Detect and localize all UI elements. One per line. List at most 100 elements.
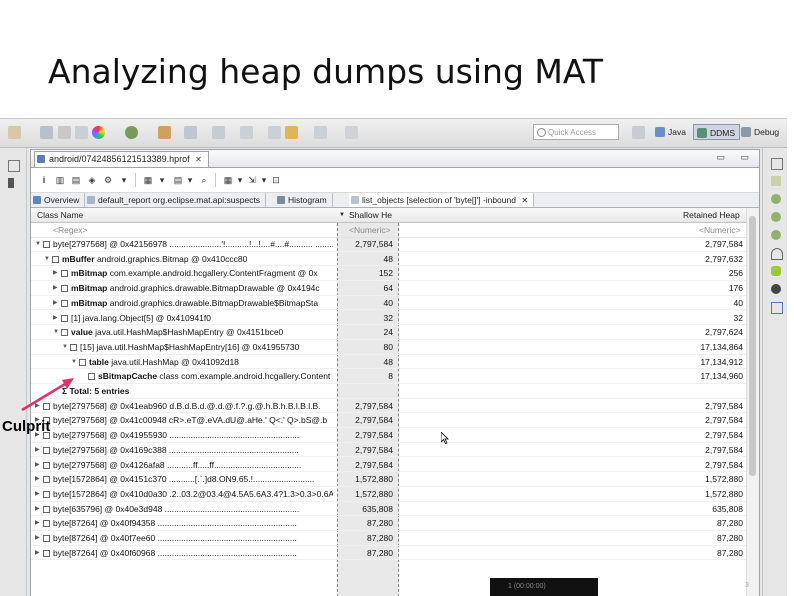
color-wheel-icon[interactable] (92, 126, 105, 139)
maximize-icon[interactable]: ▭ (740, 152, 749, 163)
record-icon[interactable] (771, 284, 781, 294)
expand-icon[interactable]: ▶ (35, 546, 40, 561)
table-row[interactable]: ▶ mBitmap android.graphics.drawable.Bitma… (31, 296, 759, 311)
table-row[interactable]: ▼ [15] java.util.HashMap$HashMapEntry[16]… (31, 340, 759, 355)
column-shallow-heap[interactable]: Shallow He (349, 208, 392, 222)
dropdown-icon[interactable]: ▾ (185, 175, 195, 185)
expand-icon[interactable]: ▶ (35, 531, 40, 546)
oql-icon[interactable]: ◈ (87, 175, 97, 185)
scrollbar-thumb[interactable] (749, 216, 756, 476)
bug-icon-3[interactable] (771, 230, 781, 240)
retained-filter[interactable]: <Numeric> (699, 223, 741, 237)
new-icon[interactable] (8, 126, 21, 139)
expand-icon[interactable]: ▶ (53, 296, 58, 311)
tab-histogram[interactable]: Histogram (275, 193, 333, 207)
table-row[interactable]: ▶ byte[1572864] @ 0x410d0a30 .2..03.2@03.… (31, 487, 759, 502)
search-icon[interactable] (184, 126, 197, 139)
expand-icon[interactable]: ▶ (35, 399, 40, 414)
navigate-icon[interactable] (212, 126, 225, 139)
tab-default-report[interactable]: default_report org.eclipse.mat.api:suspe… (85, 193, 267, 207)
dropdown-icon[interactable]: ▾ (259, 175, 269, 185)
collapse-icon[interactable]: ▼ (71, 355, 77, 370)
table-row[interactable]: ▶ byte[1572864] @ 0x4151c370 ...........[… (31, 472, 759, 487)
copy-icon[interactable] (75, 126, 88, 139)
table-row[interactable]: ▶ byte[2797568] @ 0x41eab960 d.B.d.B.d.@.… (31, 399, 759, 414)
android-icon[interactable] (771, 266, 781, 276)
tree-icon[interactable] (771, 176, 781, 186)
report-icon[interactable]: ▾ (119, 175, 129, 185)
vertical-scrollbar[interactable] (746, 208, 759, 596)
print-icon[interactable] (58, 126, 71, 139)
forward-icon[interactable] (268, 126, 281, 139)
expand-icon[interactable]: ▶ (35, 443, 40, 458)
table-row[interactable]: ▶ byte[635796] @ 0x40e3d948 .............… (31, 502, 759, 517)
table-row[interactable]: ▼ mBuffer android.graphics.Bitmap @ 0x410… (31, 252, 759, 267)
expand-icon[interactable]: ▶ (35, 458, 40, 473)
sort-icon[interactable]: ▼ (339, 208, 345, 222)
save-icon[interactable] (40, 126, 53, 139)
search-icon[interactable]: ⌕ (199, 175, 209, 185)
table-row[interactable]: sBitmapCache class com.example.android.h… (31, 369, 759, 384)
group-icon[interactable]: ▤ (173, 175, 183, 185)
table-row[interactable]: ▶ byte[2797568] @ 0x4169c388 ............… (31, 443, 759, 458)
collapse-icon[interactable]: ▼ (35, 237, 41, 252)
calculate-icon[interactable]: ▦ (223, 175, 233, 185)
collapse-icon[interactable]: ▼ (44, 252, 50, 267)
history-forward-icon[interactable] (314, 126, 327, 139)
expand-icon[interactable]: ▶ (35, 487, 40, 502)
query-icon[interactable]: ▦ (143, 175, 153, 185)
table-row[interactable]: ▶ [1] java.lang.Object[5] @ 0x410941f0 32 3… (31, 311, 759, 326)
expand-icon[interactable]: ▶ (35, 516, 40, 531)
table-row[interactable]: ▶ byte[87264] @ 0x40f94358 ..............… (31, 516, 759, 531)
filter-icon[interactable]: ⊡ (271, 175, 281, 185)
info-icon[interactable]: i (39, 175, 49, 185)
expand-icon[interactable]: ▶ (35, 472, 40, 487)
bug-icon[interactable] (771, 194, 781, 204)
back-icon[interactable] (240, 126, 253, 139)
export-icon[interactable]: ⇲ (247, 175, 257, 185)
restore-icon[interactable] (771, 158, 783, 170)
square-icon[interactable] (771, 302, 783, 314)
table-row[interactable]: Σ Total: 5 entries (31, 384, 759, 399)
expand-icon[interactable]: ▶ (53, 311, 58, 326)
close-icon[interactable]: ✕ (195, 155, 202, 164)
wifi-icon[interactable] (771, 248, 783, 260)
expand-icon[interactable]: ▶ (35, 502, 40, 517)
table-row[interactable]: ▼ byte[2797568] @ 0x42156978 ............… (31, 237, 759, 252)
table-row[interactable]: ▶ byte[87264] @ 0x40f60968 ..............… (31, 546, 759, 561)
quick-access-input[interactable]: Quick Access (533, 124, 619, 140)
table-row[interactable]: ▶ byte[2797568] @ 0x4126afa8 ...........f… (31, 458, 759, 473)
column-class-name[interactable]: Class Name (37, 208, 83, 222)
table-row[interactable]: ▼ table java.util.HashMap @ 0x41092d18 48 1… (31, 355, 759, 370)
table-row[interactable]: ▶ byte[2797568] @ 0x41955930 ............… (31, 428, 759, 443)
table-row[interactable]: ▶ byte[2797568] @ 0x41c00948 cR>.eT@.eVA.… (31, 413, 759, 429)
column-retained-heap[interactable]: Retained Heap (683, 208, 740, 222)
collapse-icon[interactable]: ▼ (62, 340, 68, 355)
class-name-filter[interactable]: <Regex> (53, 223, 88, 237)
table-row[interactable]: ▼ value java.util.HashMap$HashMapEntry @ … (31, 325, 759, 340)
open-perspective-icon[interactable] (632, 126, 645, 139)
perspective-ddms[interactable]: DDMS (693, 124, 741, 140)
device-icon[interactable] (8, 178, 14, 188)
tab-list-objects[interactable]: list_objects [selection of 'byte[]'] -in… (349, 193, 535, 207)
perspective-java[interactable]: Java (652, 124, 690, 140)
run-icon[interactable] (158, 126, 171, 139)
perspective-debug[interactable]: Debug (738, 124, 783, 140)
debug-icon[interactable] (125, 126, 138, 139)
expand-icon[interactable]: ▶ (53, 266, 58, 281)
minimize-icon[interactable]: ▭ (716, 152, 725, 163)
tab-overview[interactable]: Overview (31, 193, 86, 207)
history-back-icon[interactable] (285, 126, 298, 139)
histogram-icon[interactable]: ▥ (55, 175, 65, 185)
bug-icon-2[interactable] (771, 212, 781, 222)
dropdown-icon[interactable]: ▾ (157, 175, 167, 185)
dropdown-icon[interactable]: ▾ (235, 175, 245, 185)
table-row[interactable]: ▶ mBitmap com.example.android.hcgallery.C… (31, 266, 759, 282)
close-icon[interactable]: ✕ (521, 196, 528, 205)
table-row[interactable]: ▶ byte[87264] @ 0x40f7ee60 ..............… (31, 531, 759, 546)
shallow-filter[interactable]: <Numeric> (349, 223, 391, 237)
gear-icon[interactable]: ⚙ (103, 175, 113, 185)
dominator-tree-icon[interactable]: ▤ (71, 175, 81, 185)
pin-icon[interactable] (345, 126, 358, 139)
table-row[interactable]: ▶ mBitmap android.graphics.drawable.Bitma… (31, 281, 759, 296)
